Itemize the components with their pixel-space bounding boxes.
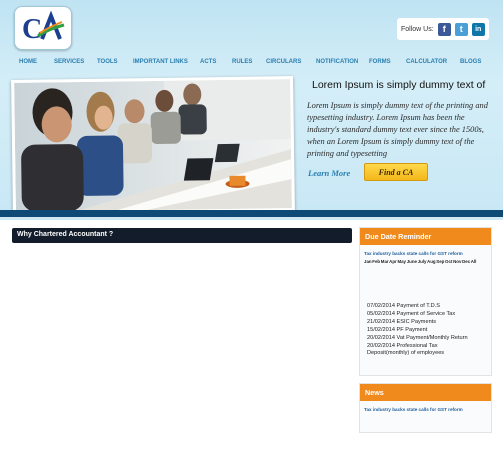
list-item: Deposit(monthly) of employees bbox=[367, 350, 445, 357]
follow-us-label: Follow Us: bbox=[401, 25, 434, 33]
nav-rules[interactable]: RULES bbox=[232, 59, 252, 65]
reminder-list: 07/02/2014 Payment of T.D.S 05/02/2014 P… bbox=[367, 303, 468, 358]
logo[interactable]: C bbox=[14, 6, 72, 50]
logo-mark-icon: C bbox=[22, 11, 65, 45]
list-item: 21/02/2014 ESIC Payments bbox=[367, 318, 437, 325]
nav-services[interactable]: SERVICES bbox=[54, 59, 84, 65]
due-date-reminder-title: Due Date Reminder bbox=[360, 228, 491, 245]
header-divider bbox=[0, 210, 503, 217]
list-item: 07/02/2014 Payment of T.D.S bbox=[367, 303, 440, 309]
nav-forms[interactable]: FORMS bbox=[369, 59, 391, 65]
why-ca-heading: Why Chartered Accountant ? bbox=[17, 231, 114, 238]
due-date-reminder-panel: Due Date Reminder Tax industry backs sta… bbox=[359, 227, 492, 376]
hero-photo bbox=[11, 76, 295, 215]
twitter-icon[interactable]: t bbox=[454, 22, 468, 36]
nav-circulars[interactable]: CIRCULARS bbox=[266, 59, 301, 65]
news-panel: News Tax industry backs state calls for … bbox=[359, 383, 492, 433]
nav-acts[interactable]: ACTS bbox=[200, 59, 216, 65]
list-item: 20/02/2014 Vat Payment/Monthly Return bbox=[367, 334, 468, 341]
learn-more-link[interactable]: Learn More bbox=[308, 168, 350, 178]
find-ca-button[interactable]: Find a CA bbox=[364, 163, 428, 181]
nav-home[interactable]: HOME bbox=[19, 59, 37, 65]
hero-description: Lorem Ipsum is simply dummy text of the … bbox=[307, 101, 488, 159]
due-date-news-link[interactable]: Tax industry backs state calls for GST r… bbox=[364, 251, 491, 256]
office-people-image bbox=[14, 79, 292, 212]
list-item: 20/02/2014 Professional Tax bbox=[367, 342, 438, 349]
month-filter[interactable]: Jan Feb Mar Apr May June July Aug Sep Oc… bbox=[364, 259, 491, 264]
nav-blogs[interactable]: BLOGS bbox=[460, 59, 481, 65]
nav-important-links[interactable]: IMPORTANT LINKS bbox=[133, 59, 188, 65]
news-title: News bbox=[360, 384, 491, 401]
nav-calculator[interactable]: CALCULATOR bbox=[406, 59, 447, 65]
main-nav: HOME SERVICES TOOLS IMPORTANT LINKS ACTS… bbox=[0, 56, 503, 70]
social-box: Follow Us: f t in bbox=[397, 18, 489, 40]
list-item: 15/02/2014 PF Payment bbox=[367, 326, 428, 333]
nav-notification[interactable]: NOTIFICATION bbox=[316, 59, 358, 65]
list-item: 05/02/2014 Payment of Service Tax bbox=[367, 310, 456, 317]
svg-text:C: C bbox=[22, 14, 42, 45]
hero-title: Lorem Ipsum is simply dummy text of bbox=[312, 79, 486, 91]
why-ca-heading-bar: Why Chartered Accountant ? bbox=[12, 228, 352, 243]
facebook-icon[interactable]: f bbox=[437, 22, 451, 36]
nav-tools[interactable]: TOOLS bbox=[97, 59, 118, 65]
linkedin-icon[interactable]: in bbox=[471, 22, 485, 36]
news-link[interactable]: Tax industry backs state calls for GST r… bbox=[364, 407, 491, 412]
header-divider-light bbox=[0, 217, 503, 220]
